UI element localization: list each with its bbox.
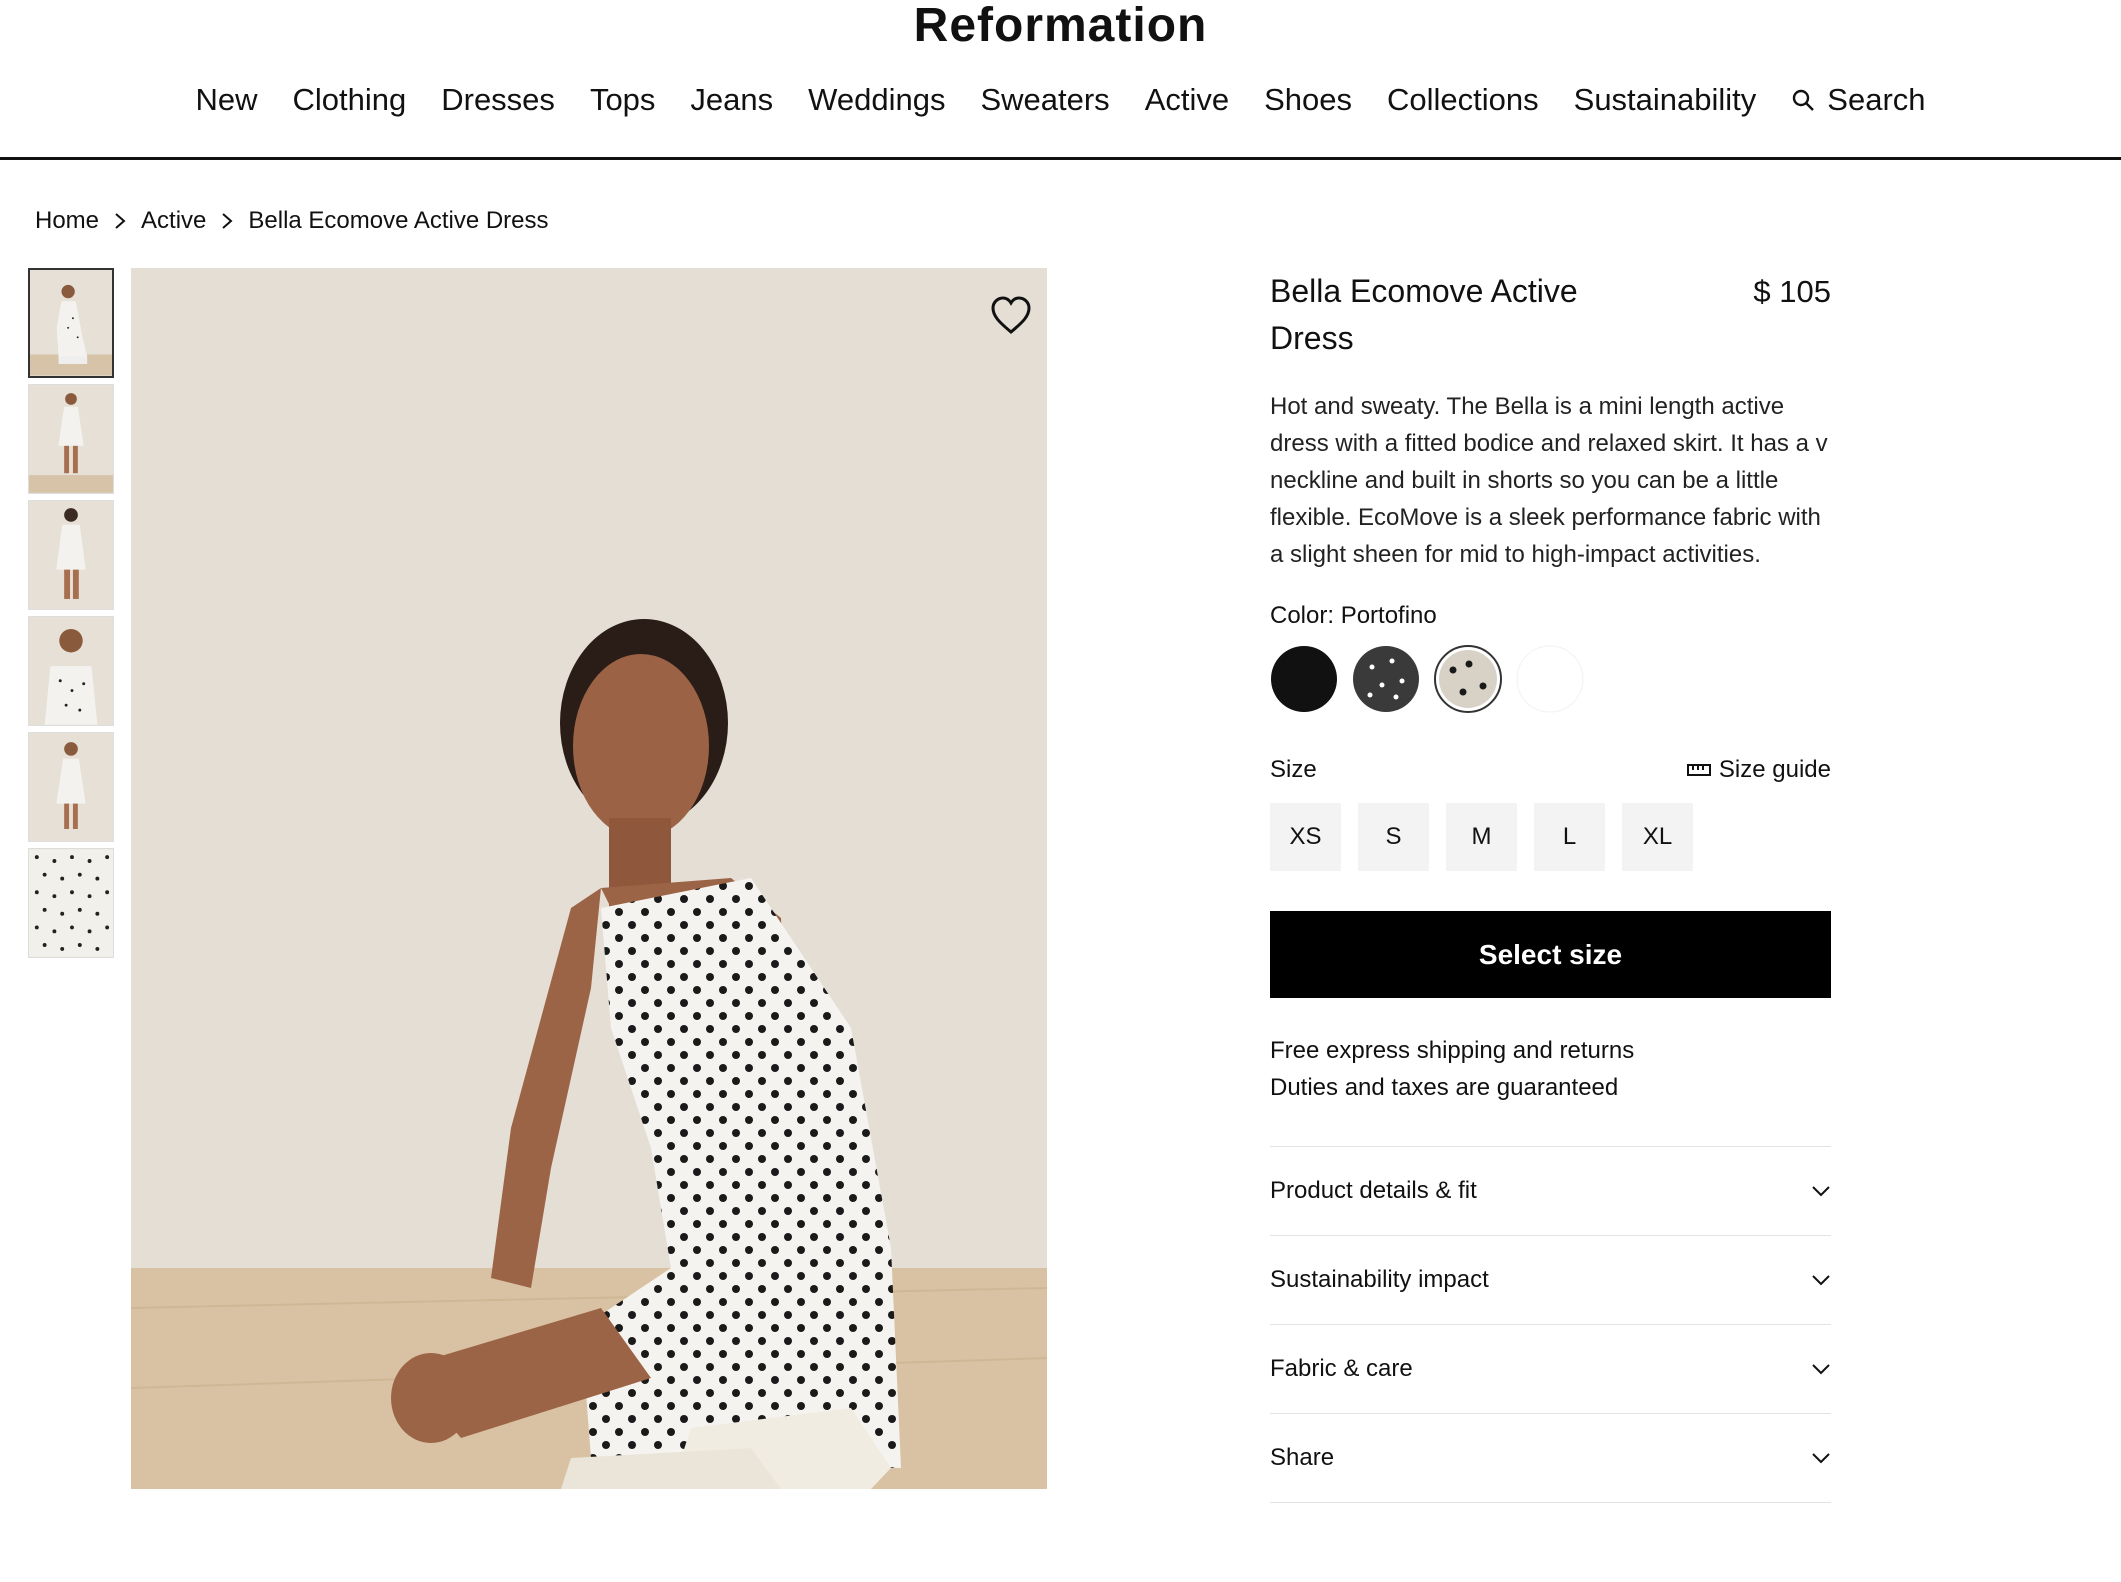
thumbnail-front-closeup[interactable] bbox=[28, 616, 114, 726]
brand-logo[interactable]: Reformation bbox=[0, 0, 2121, 52]
chevron-down-icon bbox=[1812, 1186, 1830, 1197]
duties-line: Duties and taxes are guaranteed bbox=[1270, 1074, 1619, 1101]
breadcrumb-home[interactable]: Home bbox=[35, 204, 99, 238]
color-label: Color: Portofino bbox=[1270, 602, 1437, 629]
size-row: Size Size guide bbox=[1270, 753, 1831, 787]
nav-item-new[interactable]: New bbox=[195, 78, 257, 122]
thumbnail-front-standing[interactable] bbox=[28, 384, 114, 494]
chevron-right-icon bbox=[220, 211, 234, 231]
product-photo bbox=[131, 268, 1047, 1489]
accordion-sustainability[interactable]: Sustainability impact bbox=[1270, 1236, 1831, 1325]
nav-item-sweaters[interactable]: Sweaters bbox=[980, 78, 1109, 122]
swatch-charcoal-dot[interactable] bbox=[1352, 645, 1420, 713]
chevron-down-icon bbox=[1812, 1364, 1830, 1375]
breadcrumb-active[interactable]: Active bbox=[141, 204, 206, 238]
size-label: Size bbox=[1270, 756, 1317, 783]
search-icon bbox=[1793, 89, 1815, 111]
accordion: Product details & fit Sustainability imp… bbox=[1270, 1146, 1831, 1503]
thumbnail-front-crouch[interactable] bbox=[28, 268, 114, 378]
nav-item-dresses[interactable]: Dresses bbox=[441, 78, 555, 122]
accordion-label: Share bbox=[1270, 1444, 1335, 1471]
color-swatches bbox=[1270, 645, 1831, 713]
accordion-label: Sustainability impact bbox=[1270, 1266, 1489, 1293]
product-price: $ 105 bbox=[1753, 274, 1831, 309]
search-button[interactable]: Search bbox=[1791, 78, 1926, 122]
breadcrumb: Home Active Bella Ecomove Active Dress bbox=[35, 204, 549, 238]
accordion-product-details[interactable]: Product details & fit bbox=[1270, 1147, 1831, 1236]
chevron-down-icon bbox=[1812, 1453, 1830, 1464]
select-size-button[interactable]: Select size bbox=[1270, 911, 1831, 998]
main-nav: New Clothing Dresses Tops Jeans Weddings… bbox=[0, 78, 2121, 122]
product-title: Bella Ecomove Active Dress bbox=[1270, 273, 1578, 356]
nav-item-tops[interactable]: Tops bbox=[590, 78, 655, 122]
swatch-portofino[interactable] bbox=[1434, 645, 1502, 713]
accordion-fabric-care[interactable]: Fabric & care bbox=[1270, 1325, 1831, 1414]
product-main-image[interactable] bbox=[131, 268, 1047, 1489]
heart-icon[interactable] bbox=[989, 294, 1033, 338]
nav-item-shoes[interactable]: Shoes bbox=[1264, 78, 1352, 122]
chevron-down-icon bbox=[1812, 1275, 1830, 1286]
shipping-info: Free express shipping and returns Duties… bbox=[1270, 1032, 1831, 1106]
nav-item-clothing[interactable]: Clothing bbox=[292, 78, 406, 122]
size-xs-button[interactable]: XS bbox=[1270, 803, 1341, 871]
swatch-white[interactable] bbox=[1516, 645, 1584, 713]
product-info: Bella Ecomove Active Dress $ 105 Hot and… bbox=[1270, 268, 1831, 1503]
size-l-button[interactable]: L bbox=[1534, 803, 1605, 871]
header-divider bbox=[0, 157, 2121, 160]
title-row: Bella Ecomove Active Dress $ 105 bbox=[1270, 268, 1831, 362]
size-guide-label: Size guide bbox=[1718, 756, 1831, 783]
thumbnail-list bbox=[28, 268, 114, 964]
thumbnail-front-standing-2[interactable] bbox=[28, 732, 114, 842]
size-xl-button[interactable]: XL bbox=[1622, 803, 1693, 871]
thumbnail-fabric-swatch[interactable] bbox=[28, 848, 114, 958]
product-description: Hot and sweaty. The Bella is a mini leng… bbox=[1270, 393, 1828, 568]
nav-item-weddings[interactable]: Weddings bbox=[808, 78, 945, 122]
accordion-share[interactable]: Share bbox=[1270, 1414, 1831, 1503]
thumbnail-back-standing[interactable] bbox=[28, 500, 114, 610]
search-label: Search bbox=[1827, 82, 1926, 117]
shipping-line: Free express shipping and returns bbox=[1270, 1037, 1635, 1064]
nav-item-active[interactable]: Active bbox=[1145, 78, 1229, 122]
size-s-button[interactable]: S bbox=[1358, 803, 1429, 871]
size-options: XS S M L XL bbox=[1270, 803, 1831, 871]
nav-item-collections[interactable]: Collections bbox=[1387, 78, 1539, 122]
swatch-black[interactable] bbox=[1270, 645, 1338, 713]
size-m-button[interactable]: M bbox=[1446, 803, 1517, 871]
nav-item-sustainability[interactable]: Sustainability bbox=[1574, 78, 1757, 122]
nav-item-jeans[interactable]: Jeans bbox=[690, 78, 773, 122]
chevron-right-icon bbox=[113, 211, 127, 231]
breadcrumb-current: Bella Ecomove Active Dress bbox=[248, 207, 549, 234]
accordion-label: Product details & fit bbox=[1270, 1177, 1477, 1204]
ruler-icon bbox=[1686, 764, 1711, 776]
size-guide-link[interactable]: Size guide bbox=[1686, 753, 1831, 787]
accordion-label: Fabric & care bbox=[1270, 1355, 1413, 1382]
